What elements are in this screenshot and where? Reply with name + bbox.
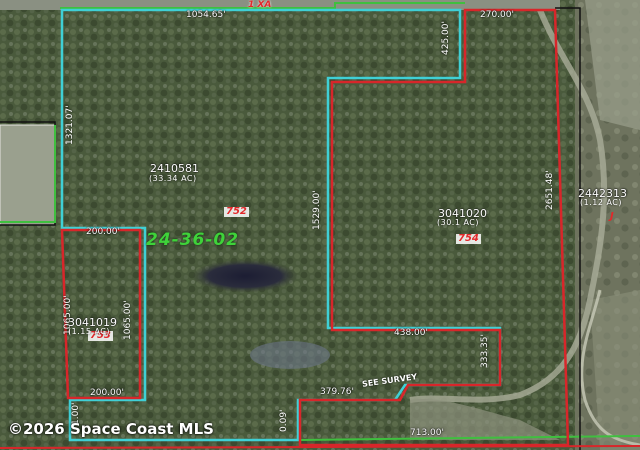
dim-top-west: 1054.65' bbox=[186, 10, 226, 20]
parcel-tag-754: 754 bbox=[456, 233, 481, 244]
dim-step-vertical: 333.35' bbox=[480, 334, 490, 368]
dim-lower-mid: 0.09' bbox=[279, 409, 289, 432]
parcel-acres-2410581: (33.34 AC) bbox=[149, 174, 197, 183]
parcel-tag-752: 752 bbox=[224, 206, 249, 217]
dim-small-top: 200.00' bbox=[86, 227, 120, 237]
parcel-id-2410581[interactable]: 2410581 bbox=[150, 163, 199, 174]
dim-top-east: 270.00' bbox=[480, 10, 514, 20]
dim-bottom-east: 713.00' bbox=[410, 428, 444, 438]
dim-notch-vertical: 425.00' bbox=[441, 21, 451, 55]
dim-interior-vertical: 1529.00' bbox=[312, 190, 322, 230]
parcel-acres-3041020: (30.1 AC) bbox=[437, 218, 480, 227]
parcel-acres-3041019: (1.15 AC) bbox=[68, 327, 111, 336]
wet-area bbox=[250, 341, 330, 369]
dim-step-horizontal: 438.00' bbox=[394, 328, 428, 338]
parcel-acres-2442313: (1.12 AC) bbox=[580, 198, 623, 207]
aerial-parcel-map: 1 XA 1054.65' 270.00' 425.00' 1321.07' 1… bbox=[0, 0, 640, 450]
road-label: 1 XA bbox=[248, 0, 272, 10]
section-township-range-label: 24-36-02 bbox=[146, 230, 240, 250]
dim-small-right: 1065.00' bbox=[123, 300, 133, 340]
mls-watermark: ©2026 Space Coast MLS bbox=[8, 420, 214, 438]
parcel-tag-j: J bbox=[610, 211, 614, 222]
dim-bottom-step: 379.76' bbox=[320, 387, 354, 397]
dim-small-bottom: 200.00' bbox=[90, 388, 124, 398]
dim-west-side: 1321.07' bbox=[65, 105, 75, 145]
west-clearing bbox=[0, 125, 55, 225]
dim-east-side: 2651.48' bbox=[545, 170, 555, 210]
pond bbox=[193, 260, 297, 292]
